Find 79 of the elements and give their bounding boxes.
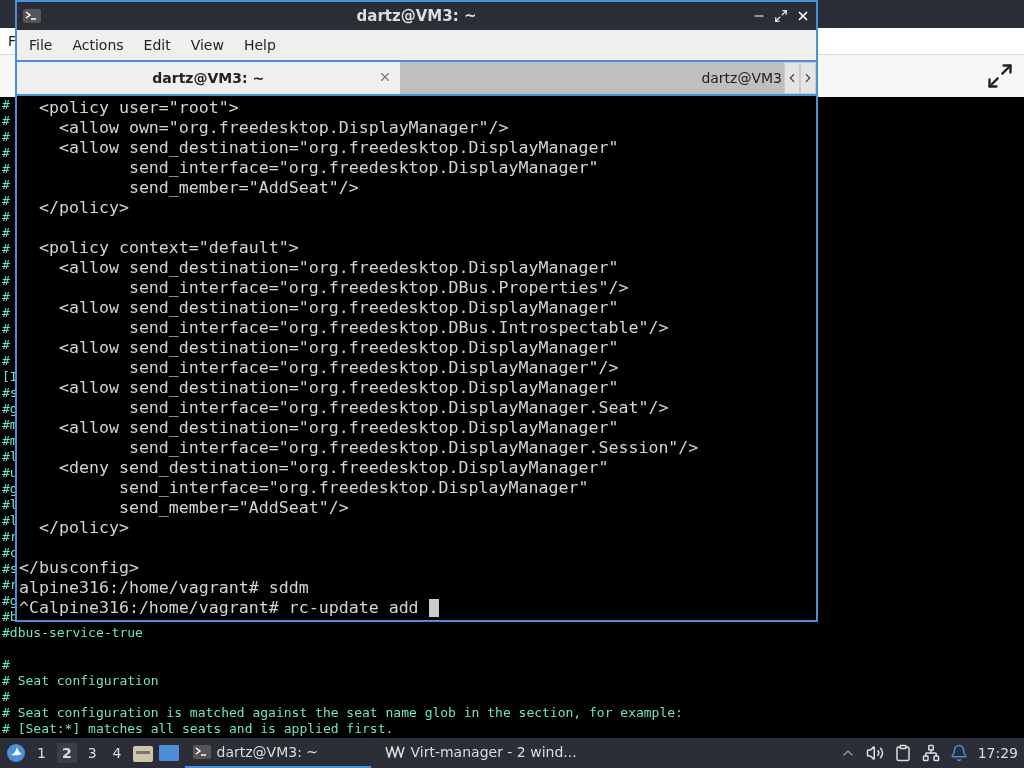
terminal-line: </policy> xyxy=(37,198,129,218)
console-line: # xyxy=(2,209,10,224)
terminal-line: send_member="AddSeat"/> xyxy=(117,498,349,518)
terminal-line: send_interface="org.freedesktop.DisplayManager.Seat"/> xyxy=(127,398,669,418)
volume-icon[interactable] xyxy=(865,744,884,762)
console-line: # xyxy=(2,657,10,672)
console-line: # xyxy=(2,305,10,320)
terminal-icon xyxy=(192,745,211,759)
terminal-line: </policy> xyxy=(37,518,129,538)
network-icon[interactable] xyxy=(921,744,940,762)
terminal-line: send_interface="org.freedesktop.DisplayManager.Session"/> xyxy=(127,438,699,458)
close-icon[interactable] xyxy=(796,9,810,23)
terminal-line: send_interface="org.freedesktop.DBus.Introspectable"/> xyxy=(127,318,669,338)
terminal-line: ^Calpine316:/home/vagrant# rc-update add xyxy=(19,598,420,618)
menu-item[interactable]: File xyxy=(21,34,61,56)
terminal-icon xyxy=(23,9,41,23)
console-line: # Seat configuration xyxy=(2,673,159,688)
console-line: #l xyxy=(2,513,18,528)
console-line: # xyxy=(2,689,10,704)
fullscreen-icon[interactable] xyxy=(986,62,1014,90)
workspace-switch[interactable]: 4 xyxy=(107,743,127,763)
terminal-line: <policy context="default"> xyxy=(37,238,299,258)
terminal-line: <allow send_destination="org.freedesktop.DisplayManager" xyxy=(57,298,619,318)
menu-item[interactable]: View xyxy=(182,34,232,56)
scroll-right-icon[interactable] xyxy=(800,62,816,94)
terminal-line: alpine316:/home/vagrant# sddm xyxy=(19,578,309,598)
terminal-line: send_interface="org.freedesktop.DisplayManager" xyxy=(117,478,589,498)
terminal-line: send_interface="org.freedesktop.DBus.Properties"/> xyxy=(127,278,629,298)
terminal-line: <allow own="org.freedesktop.DisplayManager"/> xyxy=(57,118,509,138)
window-title: dartz@VM3: ~ xyxy=(355,7,478,25)
menu-item[interactable]: Help xyxy=(235,34,284,56)
console-line: # xyxy=(2,129,10,144)
console-line: # Seat configuration is matched against the seat name glob in the section, for example: xyxy=(2,705,683,720)
terminal-line: <allow send_destination="org.freedesktop.DisplayManager" xyxy=(57,378,619,398)
console-line: # xyxy=(2,337,10,352)
console-line: # xyxy=(2,161,10,176)
terminal-line: send_interface="org.freedesktop.DisplayManager" xyxy=(127,158,599,178)
start-menu-icon[interactable] xyxy=(6,743,26,763)
console-line: # xyxy=(2,289,10,304)
console-line: #l xyxy=(2,497,18,512)
folder-icon[interactable] xyxy=(132,744,153,762)
console-line: # xyxy=(2,97,10,112)
console-line: #l xyxy=(2,449,18,464)
console-line: # xyxy=(2,225,10,240)
notification-icon[interactable] xyxy=(949,744,968,762)
terminal-line: <deny send_destination="org.freedesktop.DisplayManager" xyxy=(57,458,609,478)
terminal-line: <policy user="root"> xyxy=(37,98,239,118)
terminal-line: <allow send_destination="org.freedesktop.DisplayManager" xyxy=(57,258,619,278)
clipboard-icon[interactable] xyxy=(893,744,912,762)
menu-item[interactable]: Actions xyxy=(64,34,132,56)
console-line: # xyxy=(2,145,10,160)
terminal-tab[interactable]: dartz@VM3 xyxy=(399,62,784,94)
console-line: #dbus-service-true xyxy=(2,625,143,640)
console-line: # xyxy=(2,353,10,368)
menu-item[interactable]: Edit xyxy=(135,34,179,56)
workspace-switch[interactable]: 2 xyxy=(56,743,77,763)
taskbar-task[interactable]: Virt-manager - 2 wind... xyxy=(376,738,585,768)
terminal-line: send_interface="org.freedesktop.DisplayManager"/> xyxy=(127,358,619,378)
workspace-switch[interactable]: 1 xyxy=(32,743,51,763)
workspace-switch[interactable]: 3 xyxy=(82,743,102,763)
terminal-line: <allow send_destination="org.freedesktop.DisplayManager" xyxy=(57,138,619,158)
console-line: # xyxy=(2,241,10,256)
terminal-line: <allow send_destination="org.freedesktop.DisplayManager" xyxy=(57,338,619,358)
console-line: # xyxy=(2,113,10,128)
taskbar-task[interactable]: dartz@VM3: ~ xyxy=(184,738,371,768)
maximize-icon[interactable] xyxy=(774,9,788,23)
console-line: # xyxy=(2,177,10,192)
terminal-line: </busconfig> xyxy=(19,558,139,578)
scroll-left-icon[interactable] xyxy=(784,62,800,94)
console-line: # xyxy=(2,273,10,288)
clock[interactable]: 17:29 xyxy=(977,745,1018,761)
console-line: # xyxy=(2,257,10,272)
console-line: # xyxy=(2,321,10,336)
terminal-line: send_member="AddSeat"/> xyxy=(127,178,359,198)
desktop-icon[interactable] xyxy=(158,744,179,762)
console-line: # [Seat:*] matches all seats and is applied first. xyxy=(2,721,394,736)
console-line: # xyxy=(2,193,10,208)
terminal-line: <allow send_destination="org.freedesktop.DisplayManager" xyxy=(57,418,619,438)
menu-item[interactable]: F xyxy=(8,33,17,49)
